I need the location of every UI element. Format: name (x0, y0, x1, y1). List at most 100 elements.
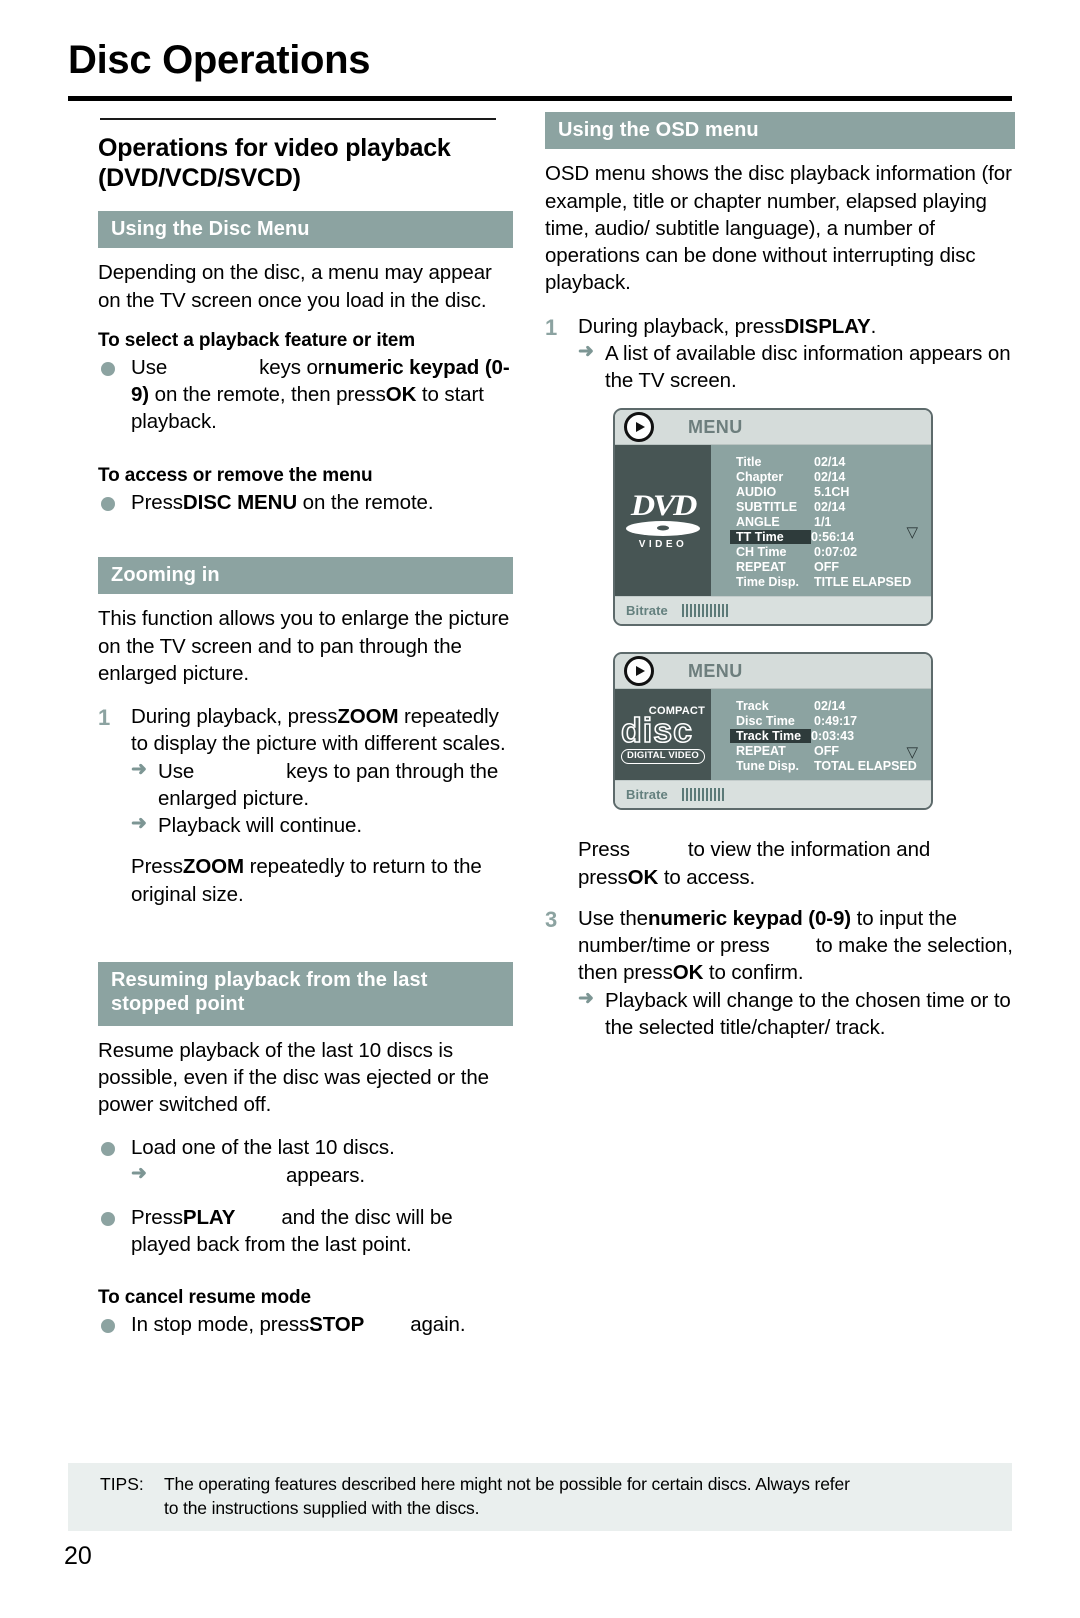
arrow-text-use: Use (158, 759, 195, 783)
osd-row[interactable]: Time Disp. TITLE ELAPSED (733, 574, 931, 589)
osd-bitrate-bar: Bitrate (615, 780, 931, 809)
tips-row-2: to the instructions supplied with the di… (100, 1496, 1002, 1520)
bullet-text-on-the-remote: on the remote, then press (154, 383, 386, 407)
osd-row[interactable]: REPEAT OFF (733, 559, 931, 574)
step-text-press: Press (578, 838, 630, 862)
bullet-dot-icon (101, 496, 115, 511)
dvd-disc-shape (626, 520, 700, 536)
osd-step-2: Press to view the information and pressOK… (545, 836, 1015, 891)
osd-row[interactable]: Track 02/14 (733, 698, 931, 713)
osd-row[interactable]: CH Time 0:07:02 (733, 544, 931, 559)
osd-intro: OSD menu shows the disc playback informa… (545, 162, 1012, 295)
osd-row-label: ANGLE (736, 514, 780, 529)
osd-step1-result: ➜ A list of available disc information a… (578, 340, 1015, 395)
osd-row-label: Title (736, 454, 762, 469)
disc-menu-intro: Depending on the disc, a menu may appear… (98, 261, 492, 312)
arrow-text-playback-continue: Playback will continue. (158, 814, 362, 838)
banner-line1: Resuming playback from the last (111, 968, 428, 991)
bullet-text-in-stop-mode: In stop mode, press (131, 1313, 310, 1337)
banner-resuming-playback: Resuming playback from the last stopped … (98, 961, 513, 1026)
arrow-right-icon: ➜ (578, 987, 594, 1009)
osd-menu-heading: MENU (688, 660, 743, 681)
osd-row-label: REPEAT (736, 559, 786, 574)
bullet-text-on-remote: on the remote. (302, 490, 434, 514)
tips-row-1: TIPS: The operating features described h… (100, 1472, 1002, 1496)
compact-disc-digital-video-logo-icon: COMPACT disc DIGITAL VIDEO (615, 689, 711, 781)
osd-row-value: 0:49:17 (814, 713, 858, 728)
left-column: Operations for video playback (DVD/VCD/S… (98, 112, 513, 1354)
osd-info-rows: Track 02/14 Disc Time 0:49:17 Track Time 0:… (711, 689, 931, 780)
banner-zooming-in: Zooming in (98, 556, 513, 595)
closing-text-press: Press (131, 855, 183, 879)
zooming-closing-note: PressZOOM repeatedly to return to the or… (98, 853, 513, 908)
osd-row[interactable]: SUBTITLE 02/14 (733, 499, 931, 514)
osd-row-label: Disc Time (736, 713, 795, 728)
osd-row[interactable]: Tune Disp. TOTAL ELAPSED (733, 758, 931, 773)
osd-row-value: TITLE ELAPSED (814, 574, 912, 589)
bullet-use-keys-numeric-keypad: Use keys ornumeric keypad (0-9) on the re… (98, 354, 513, 436)
tips-label: TIPS: (100, 1474, 144, 1494)
osd-row-value: 02/14 (814, 698, 846, 713)
osd-row-label: REPEAT (736, 743, 786, 758)
step-text-during-playback: During playback, press (131, 705, 338, 729)
closing-text-zoom-button: ZOOM (182, 855, 244, 879)
zooming-step1-result-2: ➜ Playback will continue. (131, 812, 513, 839)
osd-titlebar: MENU (615, 654, 931, 690)
osd-titlebar: MENU (615, 410, 931, 446)
zooming-step-1: 1 During playback, pressZOOM repeatedly … (98, 703, 513, 839)
tips-spacer (100, 1496, 164, 1520)
osd-row-value: 02/14 (814, 499, 846, 514)
osd-row-selected[interactable]: Track Time 0:03:43 (730, 728, 931, 744)
section-divider (100, 118, 496, 120)
scroll-down-icon[interactable]: ▽ (906, 745, 918, 760)
osd-step-3: 3 Use thenumeric keypad (0-9) to input t… (545, 905, 1015, 1041)
page-title: Disc Operations (68, 38, 371, 82)
banner-using-the-disc-menu: Using the Disc Menu (98, 211, 513, 249)
osd-row-label: Tune Disp. (736, 758, 799, 773)
bitrate-label: Bitrate (626, 603, 668, 619)
osd-body: DVD VIDEO Title 02/14 Chapter 02/14 AUDIO 5… (615, 445, 931, 597)
bitrate-meter-icon (681, 604, 728, 618)
title-divider (68, 96, 1012, 101)
osd-row[interactable]: ANGLE 1/1 (733, 514, 931, 529)
osd-row-label: CH Time (736, 544, 787, 559)
osd-info-rows: Title 02/14 Chapter 02/14 AUDIO 5.1CH SUBTI… (711, 445, 931, 596)
bullet-text-load-discs: Load one of the last 10 discs. (131, 1136, 395, 1160)
bullet-text-keys-or: keys or (259, 355, 325, 379)
dvd-wordmark: DVD (630, 488, 697, 522)
subhead-cancel-resume-mode: To cancel resume mode (98, 1287, 311, 1309)
osd-row-value: OFF (814, 559, 839, 574)
osd-row[interactable]: AUDIO 5.1CH (733, 484, 931, 499)
osd-step-1: 1 During playback, pressDISPLAY. ➜ A lis… (545, 313, 1015, 395)
bullet-dot-icon (101, 1142, 115, 1157)
bitrate-label: Bitrate (626, 787, 668, 803)
osd-row-value: 02/14 (814, 469, 846, 484)
step-number: 3 (545, 906, 558, 932)
step-text-during-playback: During playback, press (578, 314, 785, 338)
step-text-zoom-button: ZOOM (337, 705, 399, 729)
bullet-dot-icon (101, 1319, 115, 1334)
osd-row[interactable]: Chapter 02/14 (733, 469, 931, 484)
arrow-text-pan: keys to pan through the enlarged picture… (158, 759, 499, 810)
arrow-right-icon: ➜ (131, 1162, 147, 1184)
osd-row-value: 02/14 (814, 454, 846, 469)
bullet-dot-icon (101, 361, 115, 376)
bullet-load-last-10-discs: Load one of the last 10 discs. ➜ appears… (98, 1134, 513, 1189)
osd-menu-dvd-screenshot: MENU DVD VIDEO Title 02/14 Chapter 02/14 A… (613, 408, 933, 627)
arrow-right-icon: ➜ (578, 340, 594, 362)
resuming-bullet1-result: ➜ appears. (131, 1162, 513, 1189)
osd-row[interactable]: REPEAT OFF (733, 743, 931, 758)
scroll-down-icon[interactable]: ▽ (906, 525, 918, 540)
osd-row-label: Time Disp. (736, 574, 799, 589)
osd-row-selected[interactable]: TT Time 0:56:14 (730, 529, 931, 545)
cd-disc-wordmark: disc (620, 712, 694, 751)
osd-row[interactable]: Title 02/14 (733, 454, 931, 469)
osd-step3-result: ➜ Playback will change to the chosen tim… (578, 987, 1015, 1042)
bullet-dot-icon (101, 1211, 115, 1226)
step-text-to-access: to access. (663, 865, 756, 889)
osd-row[interactable]: Disc Time 0:49:17 (733, 713, 931, 728)
